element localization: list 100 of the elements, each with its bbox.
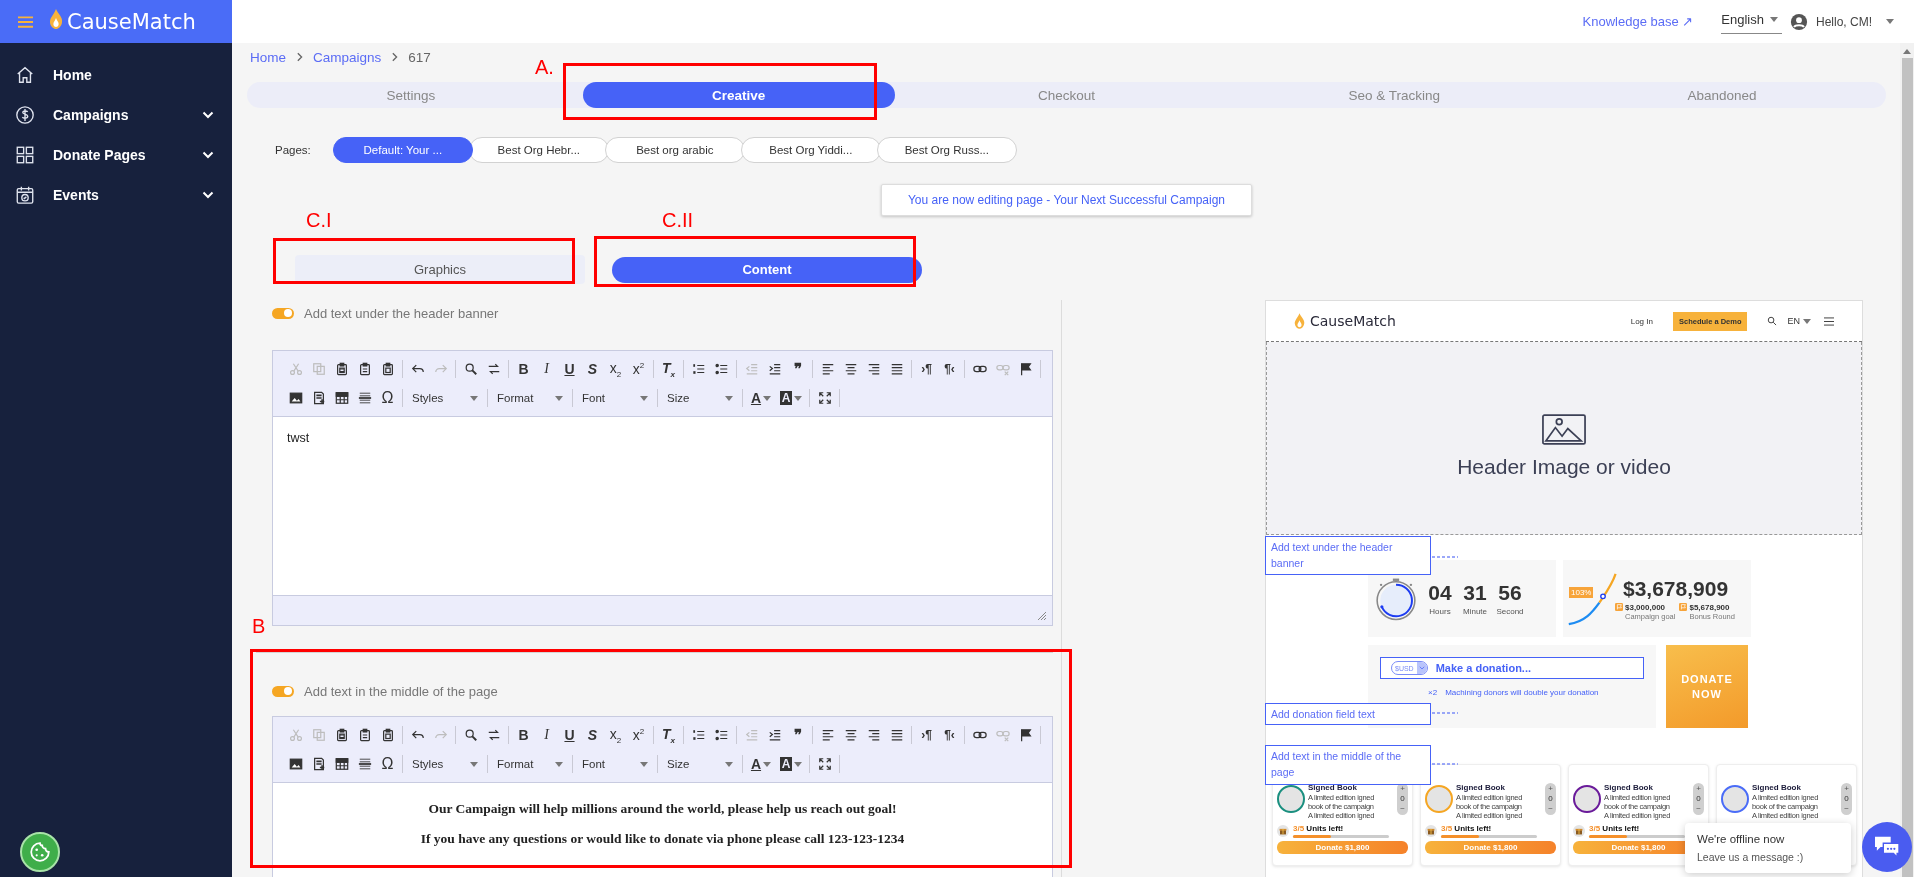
breadcrumb-current: 617 — [408, 49, 431, 65]
countdown-unit: Hours — [1429, 607, 1451, 616]
bold-button[interactable]: B — [512, 358, 535, 380]
italic-button[interactable]: I — [535, 358, 558, 380]
decrease-control[interactable]: − — [1696, 804, 1701, 814]
editor-content[interactable]: twst — [273, 417, 1052, 595]
product-title: Signed Book — [1456, 783, 1506, 792]
units-left-text: 3/5 Units left! — [1441, 824, 1493, 833]
clear-format-button[interactable]: T$_{x}$ — [657, 724, 680, 746]
user-greeting[interactable]: Hello, CM! — [1816, 14, 1872, 29]
superscript-button[interactable]: x$^{2}$ — [627, 358, 650, 380]
header-placeholder-text: Header Image or video — [1457, 454, 1671, 479]
strike-button[interactable]: S — [581, 358, 604, 380]
site-logo-text: CauseMatch — [1310, 313, 1396, 329]
decrease-control[interactable]: − — [1844, 804, 1849, 814]
sidebar-item[interactable]: Campaigns — [0, 95, 232, 135]
blockquote-button[interactable]: ❞ — [786, 358, 809, 380]
decrease-control[interactable]: − — [1548, 804, 1553, 814]
quantity-stepper[interactable]: + 0 − — [1397, 783, 1408, 815]
increase-control[interactable]: + — [1548, 784, 1553, 794]
sidebar-item[interactable]: Events — [0, 175, 232, 215]
quantity-value: 0 — [1696, 794, 1701, 804]
toolbar-dropdown[interactable]: Styles — [406, 753, 484, 775]
annotation-label: C.II — [662, 209, 694, 232]
increase-control[interactable]: + — [1400, 784, 1405, 794]
knowledge-base-link[interactable]: Knowledge base ↗ — [1582, 14, 1694, 29]
annotation-label: C.I — [306, 209, 332, 232]
language-select[interactable]: English — [1721, 9, 1782, 34]
breadcrumb-link[interactable]: Campaigns — [313, 49, 382, 65]
header-image-placeholder[interactable]: Header Image or video — [1266, 342, 1862, 535]
section-callout[interactable]: Add text in the middle of the page — [1265, 745, 1431, 785]
donation-prompt: Make a donation... — [1435, 662, 1532, 674]
page-pill[interactable]: Best Org Yiddi... — [740, 137, 881, 163]
tab[interactable]: Creative — [582, 82, 895, 108]
subscript-button[interactable]: x$_{2}$ — [604, 358, 627, 380]
decrease-control[interactable]: − — [1400, 804, 1405, 814]
content-tab[interactable]: Content — [612, 256, 922, 283]
goal-amount: $5,678,900 — [1689, 602, 1731, 612]
editor-content[interactable]: Our Campaign will help millions around the world, please help us reach out goal! If you have any questions or would like to donate via phone please call 123-123-1234 — [273, 783, 1052, 877]
editor-paragraph: If you have any questions or would like to donate via phone please call 123-123-1234 — [419, 831, 906, 847]
strike-button[interactable]: S — [581, 724, 604, 746]
special-char-button[interactable]: Ω — [376, 387, 399, 409]
pages-label: Pages: — [275, 144, 311, 156]
subscript-button[interactable]: x$_{2}$ — [604, 724, 627, 746]
product-title: Signed Book — [1604, 783, 1654, 792]
toolbar-dropdown[interactable]: Font — [576, 753, 654, 775]
countdown-value: 31 — [1463, 581, 1487, 605]
toggle-label: Add text in the middle of the page — [304, 683, 498, 699]
quantity-stepper[interactable]: + 0 − — [1545, 783, 1556, 815]
underline-button[interactable]: U — [558, 358, 581, 380]
clear-format-button[interactable]: T$_{x}$ — [657, 358, 680, 380]
countdown-value: 04 — [1428, 581, 1452, 605]
editor-paragraph: Our Campaign will help millions around the world, please help us reach out goal! — [427, 801, 898, 817]
toolbar-dropdown[interactable]: Styles — [406, 387, 484, 409]
special-char-button[interactable]: Ω — [376, 753, 399, 775]
increase-control[interactable]: + — [1696, 784, 1701, 794]
editor-paragraph: twst — [287, 431, 311, 445]
text-color-button[interactable]: A — [746, 753, 776, 775]
match-multiplier: ×2 — [1428, 688, 1438, 697]
product-title: Signed Book — [1308, 783, 1358, 792]
bg-color-button[interactable]: A — [776, 753, 806, 775]
quantity-stepper[interactable]: + 0 − — [1841, 783, 1852, 815]
section-callout[interactable]: Add donation field text — [1265, 703, 1431, 725]
toolbar-dropdown[interactable]: Font — [576, 387, 654, 409]
increase-control[interactable]: + — [1844, 784, 1849, 794]
units-left-text: 3/5 Units left! — [1293, 824, 1345, 833]
editing-notice[interactable]: You are now editing page - Your Next Successful Campaign — [880, 184, 1253, 216]
language-select[interactable]: EN — [1787, 316, 1800, 326]
countdown-value: 56 — [1498, 581, 1522, 605]
matching-note: Machining donors will double your donation — [1445, 688, 1599, 697]
login-link[interactable]: Log In — [1630, 316, 1653, 326]
underline-button[interactable]: U — [558, 724, 581, 746]
bold-button[interactable]: B — [512, 724, 535, 746]
ltr-button[interactable]: ›¶ — [915, 724, 938, 746]
quantity-value: 0 — [1400, 794, 1405, 804]
quantity-stepper[interactable]: + 0 − — [1693, 783, 1704, 815]
ltr-button[interactable]: ›¶ — [915, 358, 938, 380]
page-pill[interactable]: Best Org Russ... — [876, 137, 1017, 163]
toolbar-dropdown[interactable]: Format — [491, 387, 569, 409]
section-callout[interactable]: Add text under the header banner — [1265, 536, 1431, 575]
toolbar-dropdown[interactable]: Size — [661, 387, 739, 409]
page-pill[interactable]: Default: Your ... — [332, 137, 473, 163]
countdown-unit: Second — [1496, 607, 1524, 616]
toolbar-dropdown[interactable]: Size — [661, 753, 739, 775]
rtl-button[interactable]: ¶‹ — [938, 724, 961, 746]
progress-badge: 103% — [1569, 586, 1594, 598]
chat-message: Leave us a message :) — [1697, 851, 1805, 863]
superscript-button[interactable]: x$^{2}$ — [627, 724, 650, 746]
italic-button[interactable]: I — [535, 724, 558, 746]
rtl-button[interactable]: ¶‹ — [938, 358, 961, 380]
breadcrumb-link[interactable]: Home — [250, 49, 286, 65]
sidebar-item[interactable]: Home — [0, 55, 232, 95]
blockquote-button[interactable]: ❞ — [786, 724, 809, 746]
page-pill[interactable]: Best org arabic — [604, 137, 745, 163]
sidebar-item[interactable]: Donate Pages — [0, 135, 232, 175]
bg-color-button[interactable]: A — [776, 387, 806, 409]
chat-popup[interactable]: We're offline now Leave us a message :) — [1685, 823, 1851, 873]
text-color-button[interactable]: A — [746, 387, 776, 409]
toggle-label: Add text under the header banner — [304, 305, 499, 321]
toolbar-dropdown[interactable]: Format — [491, 753, 569, 775]
